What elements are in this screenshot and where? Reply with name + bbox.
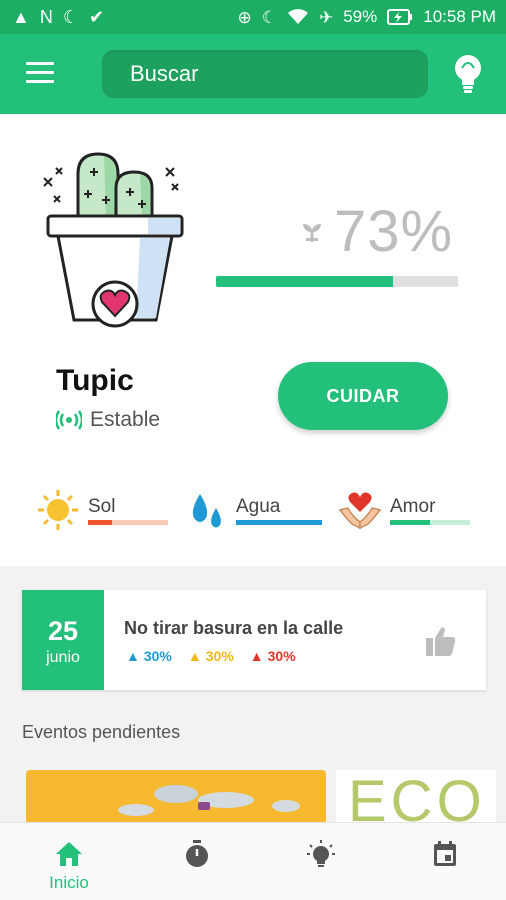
event-date: 25 junio: [22, 590, 104, 690]
bottom-nav: Inicio: [0, 822, 506, 900]
health-progress-fill: [216, 276, 393, 287]
nav-item-inicio[interactable]: Inicio: [6, 823, 132, 900]
plant-state-label: Estable: [90, 408, 161, 431]
pending-event-card[interactable]: [26, 770, 326, 830]
stat-bar-fill: [236, 520, 322, 525]
app-bar: Buscar: [0, 34, 506, 114]
nav-item-ideas[interactable]: [258, 823, 384, 900]
health-indicator: 73%: [300, 198, 453, 265]
up-arrow-icon: ▲: [126, 648, 140, 664]
health-progress-bar: [216, 276, 458, 287]
menu-icon: [26, 62, 54, 65]
lightbulb-icon: [307, 840, 335, 867]
stopwatch-icon: [186, 840, 208, 867]
event-metric: ▲ 30%: [126, 648, 172, 664]
menu-button[interactable]: [26, 62, 54, 86]
stat-label: Agua: [236, 496, 281, 517]
airplane-icon: ✈: [318, 7, 334, 27]
eco-text: ECO: [348, 770, 486, 830]
event-day: 25: [47, 616, 79, 646]
sun-icon: [38, 490, 78, 530]
search-placeholder: Buscar: [130, 61, 199, 86]
warning-icon: ▲: [12, 7, 30, 27]
nav-item-timer[interactable]: [134, 823, 260, 900]
event-month: junio: [46, 649, 80, 666]
thumbs-up-icon[interactable]: [424, 624, 458, 658]
stat-bar-fill: [88, 520, 112, 525]
event-illustration: [118, 785, 300, 816]
wifi-icon: [287, 9, 308, 24]
pending-events-title: Eventos pendientes: [22, 722, 181, 742]
lightbulb-icon[interactable]: [450, 52, 486, 96]
stat-label: Sol: [88, 496, 116, 517]
event-title: No tirar basura en la calle: [124, 618, 344, 638]
v-icon: ✔: [88, 7, 105, 27]
stat-bar-fill: [390, 520, 430, 525]
status-bar: ▲ N ☾ ✔ ⊕ ☾ ✈ 59% 10:58 PM: [0, 0, 506, 34]
sprout-icon: [303, 223, 321, 242]
up-arrow-icon: ▲: [187, 648, 202, 664]
clock-icon: ⊕: [237, 7, 252, 27]
plant-card: 73% Tupic Estable CUIDAR Sol Agua Amor: [0, 114, 506, 566]
moon-icon: ☾: [62, 7, 79, 27]
water-drops-icon: [192, 494, 221, 528]
stat-bar: [88, 520, 168, 525]
event-metric: ▲ 30%: [187, 648, 234, 664]
home-icon: [56, 842, 82, 866]
plant-state: Estable: [56, 408, 160, 432]
n-icon: N: [39, 7, 53, 27]
signal-icon: [56, 410, 82, 430]
search-input[interactable]: Buscar: [102, 50, 428, 98]
moon-icon: ☾: [261, 7, 277, 27]
love-hands-icon: [338, 492, 382, 530]
cuidar-button[interactable]: CUIDAR: [278, 362, 448, 430]
event-metrics: ▲ 30% ▲ 30% ▲ 30%: [126, 648, 296, 664]
health-percent: 73%: [334, 199, 454, 264]
stat-bar: [390, 520, 470, 525]
pending-event-card[interactable]: ECO: [336, 770, 496, 830]
battery-percent: 59%: [343, 7, 378, 26]
calendar-icon: [434, 841, 456, 866]
nav-label: Inicio: [49, 873, 89, 892]
event-metric: ▲ 30%: [249, 648, 296, 664]
up-arrow-icon: ▲: [249, 648, 264, 664]
cactus-pot-illustration: [43, 152, 184, 328]
nav-item-calendar[interactable]: [382, 823, 506, 900]
stats-row: Sol Agua Amor: [0, 484, 506, 544]
stat-label: Amor: [390, 496, 436, 517]
battery-charging-icon: [387, 9, 413, 25]
clock-time: 10:58 PM: [423, 7, 496, 26]
plant-name: Tupic: [56, 364, 134, 397]
event-card[interactable]: 25 junio No tirar basura en la calle ▲ 30…: [22, 590, 486, 690]
stat-bar: [236, 520, 322, 525]
